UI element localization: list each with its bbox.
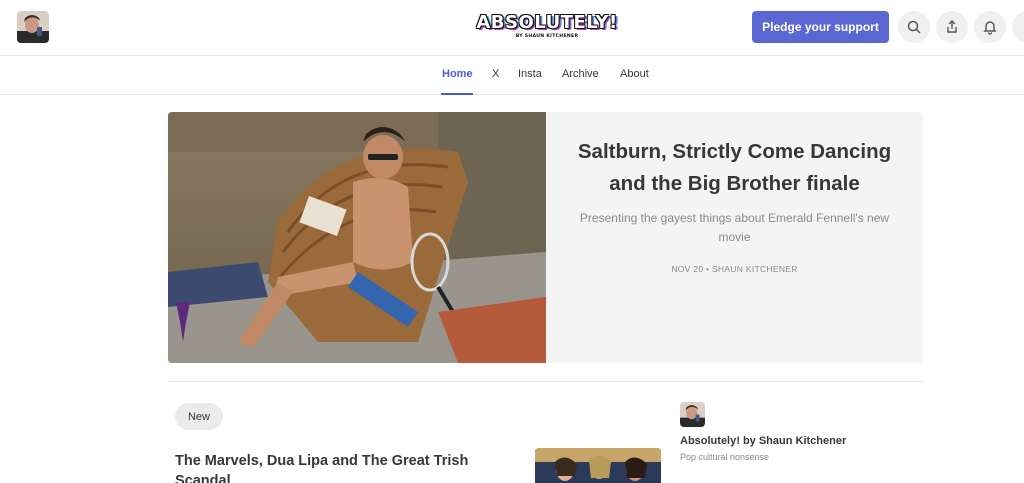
search-button[interactable] xyxy=(898,11,930,43)
featured-post[interactable]: Saltburn, Strictly Come Dancing and the … xyxy=(168,112,923,363)
notifications-button[interactable] xyxy=(974,11,1006,43)
nav-item-about[interactable]: About xyxy=(620,68,649,80)
post-title[interactable]: The Marvels, Dua Lipa and The Great Tris… xyxy=(175,451,495,483)
share-button[interactable] xyxy=(936,11,968,43)
tab-new[interactable]: New xyxy=(175,403,223,430)
nav-item-x[interactable]: X xyxy=(492,68,499,80)
nav-item-home[interactable]: Home xyxy=(442,68,473,80)
logo-subtitle: BY SHAUN KITCHENER xyxy=(515,34,579,39)
nav-item-insta[interactable]: Insta xyxy=(518,68,542,80)
section-divider xyxy=(168,381,925,382)
header: ABSOLUTELY! BY SHAUN KITCHENER Pledge yo… xyxy=(0,0,1024,56)
menu-button[interactable] xyxy=(1012,11,1024,43)
featured-post-text: Saltburn, Strictly Come Dancing and the … xyxy=(568,136,901,274)
featured-post-image[interactable] xyxy=(168,112,546,363)
pledge-support-button[interactable]: Pledge your support xyxy=(752,11,889,43)
bell-icon xyxy=(983,21,997,35)
nav-item-archive[interactable]: Archive xyxy=(562,68,599,80)
post-thumbnail[interactable] xyxy=(535,448,661,483)
share-icon xyxy=(947,20,957,33)
publication-name[interactable]: Absolutely! by Shaun Kitchener xyxy=(680,435,846,447)
author-avatar[interactable] xyxy=(17,11,49,43)
featured-post-title[interactable]: Saltburn, Strictly Come Dancing and the … xyxy=(568,136,901,199)
featured-post-meta: NOV 20 • SHAUN KITCHENER xyxy=(671,264,798,274)
publication-description: Pop cultural nonsense xyxy=(680,452,770,462)
publication-avatar[interactable] xyxy=(680,402,705,427)
featured-post-subtitle: Presenting the gayest things about Emera… xyxy=(579,211,890,244)
logo-wordmark: ABSOLUTELY! xyxy=(476,12,618,33)
site-logo[interactable]: ABSOLUTELY! BY SHAUN KITCHENER xyxy=(476,13,618,43)
search-icon xyxy=(907,20,921,34)
main-nav: Home X Insta Archive About xyxy=(0,56,1024,95)
nav-active-indicator xyxy=(441,93,473,95)
